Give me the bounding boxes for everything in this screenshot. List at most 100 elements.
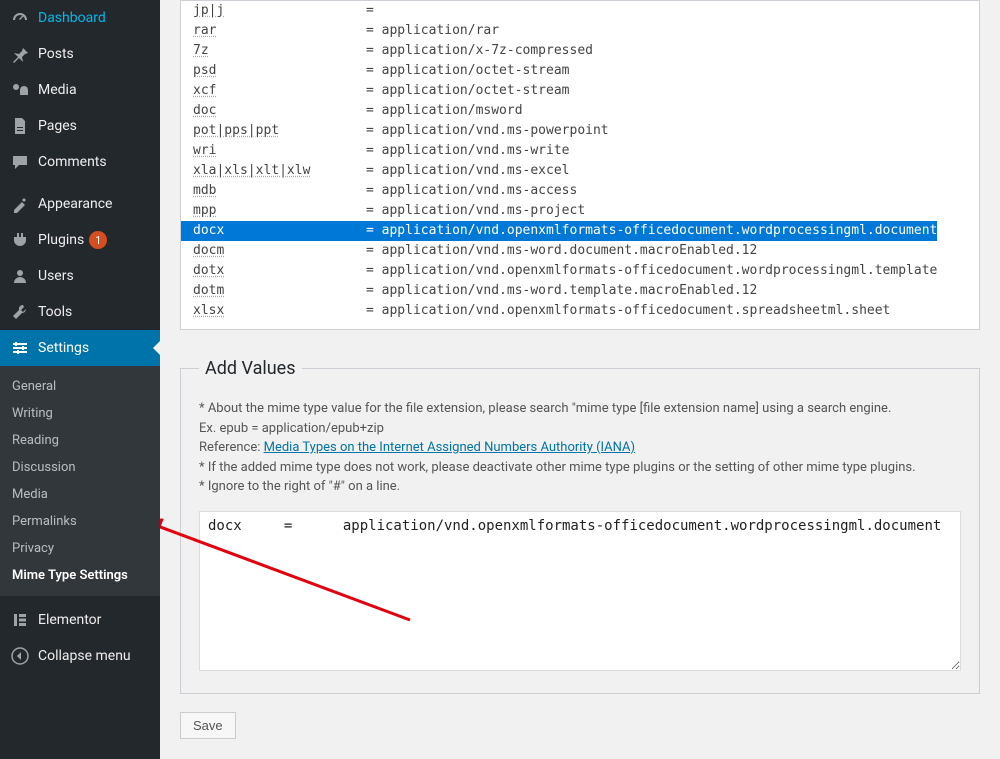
elementor-icon [10,610,30,630]
mime-type-row[interactable]: 7z= application/x-7z-compressed [181,41,979,61]
sidebar-item-label: Pages [38,118,77,134]
appearance-icon [10,194,30,214]
mime-value: = application/vnd.ms-word.document.macro… [366,241,757,261]
mime-extension: mdb [181,181,366,201]
sidebar-item-label: Settings [38,340,89,356]
hint-line: * Ignore to the right of "#" on a line. [199,477,961,497]
mime-type-row[interactable]: mdb= application/vnd.ms-access [181,181,979,201]
mime-value: = application/x-7z-compressed [366,41,593,61]
add-values-legend: Add Values [199,358,302,379]
sidebar-item-plugins[interactable]: Plugins 1 [0,222,160,258]
mime-extension: psd [181,61,366,81]
sidebar-item-collapse-menu[interactable]: Collapse menu [0,638,160,674]
sidebar-item-label: Plugins [38,232,84,248]
mime-type-row[interactable]: psd= application/octet-stream [181,61,979,81]
submenu-item-discussion[interactable]: Discussion [0,454,160,481]
hint-line: * If the added mime type does not work, … [199,458,961,478]
mime-extension: mpp [181,201,366,221]
sidebar-item-tools[interactable]: Tools [0,294,160,330]
submenu-item-media[interactable]: Media [0,481,160,508]
sidebar-item-label: Appearance [38,196,112,212]
sidebar-item-comments[interactable]: Comments [0,144,160,180]
mime-type-row[interactable]: jp|j= [181,1,979,21]
mime-type-row[interactable]: rar= application/rar [181,21,979,41]
media-icon [10,80,30,100]
update-badge: 1 [89,231,107,249]
mime-type-row[interactable]: docx= application/vnd.openxmlformats-off… [181,221,979,241]
hint-line: * About the mime type value for the file… [199,399,961,419]
mime-type-row[interactable]: docm= application/vnd.ms-word.document.m… [181,241,979,261]
main-menu: Dashboard Posts Media Pages Comments Appearan… [0,0,160,366]
mime-value: = application/octet-stream [366,61,570,81]
sidebar-item-label: Collapse menu [38,648,131,664]
mime-type-row[interactable]: wri= application/vnd.ms-write [181,141,979,161]
mime-extension: 7z [181,41,366,61]
mime-type-row[interactable]: xcf= application/octet-stream [181,81,979,101]
mime-value: = application/vnd.ms-excel [366,161,570,181]
sidebar-item-pages[interactable]: Pages [0,108,160,144]
mime-type-row[interactable]: xlsx= application/vnd.openxmlformats-off… [181,301,979,321]
mime-value: = application/vnd.ms-write [366,141,570,161]
pin-icon [10,44,30,64]
admin-sidebar: Dashboard Posts Media Pages Comments Appearan… [0,0,160,759]
submenu-item-mime-type-settings[interactable]: Mime Type Settings [0,562,160,589]
settings-submenu: GeneralWritingReadingDiscussionMediaPerm… [0,366,160,596]
mime-value: = application/vnd.ms-word.template.macro… [366,281,757,301]
mime-type-row[interactable]: dotx= application/vnd.openxmlformats-off… [181,261,979,281]
mime-type-row[interactable]: dotm= application/vnd.ms-word.template.m… [181,281,979,301]
page-icon [10,116,30,136]
mime-value: = application/rar [366,21,499,41]
sidebar-item-elementor[interactable]: Elementor [0,602,160,638]
add-values-textarea[interactable] [199,511,961,671]
save-button[interactable]: Save [180,712,236,739]
tools-icon [10,302,30,322]
add-values-fieldset: Add Values * About the mime type value f… [180,358,980,694]
hint-line: Ex. epub = application/epub+zip [199,419,961,439]
submenu-item-reading[interactable]: Reading [0,427,160,454]
mime-extension: wri [181,141,366,161]
submenu-item-permalinks[interactable]: Permalinks [0,508,160,535]
mime-extension: doc [181,101,366,121]
mime-extension: rar [181,21,366,41]
mime-value: = application/vnd.ms-access [366,181,577,201]
mime-type-row[interactable]: mpp= application/vnd.ms-project [181,201,979,221]
sidebar-item-appearance[interactable]: Appearance [0,186,160,222]
mime-value: = [366,1,374,21]
submenu-item-privacy[interactable]: Privacy [0,535,160,562]
sidebar-item-dashboard[interactable]: Dashboard [0,0,160,36]
mime-extension: jp|j [181,1,366,21]
mime-extension: docx [181,221,366,241]
mime-value: = application/vnd.openxmlformats-officed… [366,301,890,321]
mime-extension: dotx [181,261,366,281]
sidebar-item-settings[interactable]: Settings [0,330,160,366]
main-content: jp|j=rar= application/rar7z= application… [160,0,1000,759]
submenu-item-general[interactable]: General [0,373,160,400]
mime-value: = application/vnd.ms-project [366,201,585,221]
mime-extension: xla|xls|xlt|xlw [181,161,366,181]
reference-label: Reference: [199,440,264,455]
sidebar-item-label: Elementor [38,612,101,628]
mime-extension: docm [181,241,366,261]
mime-value: = application/vnd.openxmlformats-officed… [366,261,937,281]
reference-link[interactable]: Media Types on the Internet Assigned Num… [264,440,635,455]
sidebar-item-users[interactable]: Users [0,258,160,294]
mime-type-list[interactable]: jp|j=rar= application/rar7z= application… [180,0,980,330]
sidebar-item-label: Users [38,268,74,284]
settings-icon [10,338,30,358]
mime-type-row[interactable]: pot|pps|ppt= application/vnd.ms-powerpoi… [181,121,979,141]
hint-line: Reference: Media Types on the Internet A… [199,438,961,458]
mime-type-row[interactable]: xla|xls|xlt|xlw= application/vnd.ms-exce… [181,161,979,181]
submenu-item-writing[interactable]: Writing [0,400,160,427]
mime-value: = application/octet-stream [366,81,570,101]
sidebar-item-label: Media [38,82,77,98]
users-icon [10,266,30,286]
sidebar-item-label: Posts [38,46,74,62]
mime-extension: xlsx [181,301,366,321]
sidebar-item-posts[interactable]: Posts [0,36,160,72]
extra-menu: Elementor Collapse menu [0,596,160,674]
comments-icon [10,152,30,172]
plugin-icon [10,230,30,250]
sidebar-item-media[interactable]: Media [0,72,160,108]
mime-type-row[interactable]: doc= application/msword [181,101,979,121]
sidebar-item-label: Comments [38,154,107,170]
